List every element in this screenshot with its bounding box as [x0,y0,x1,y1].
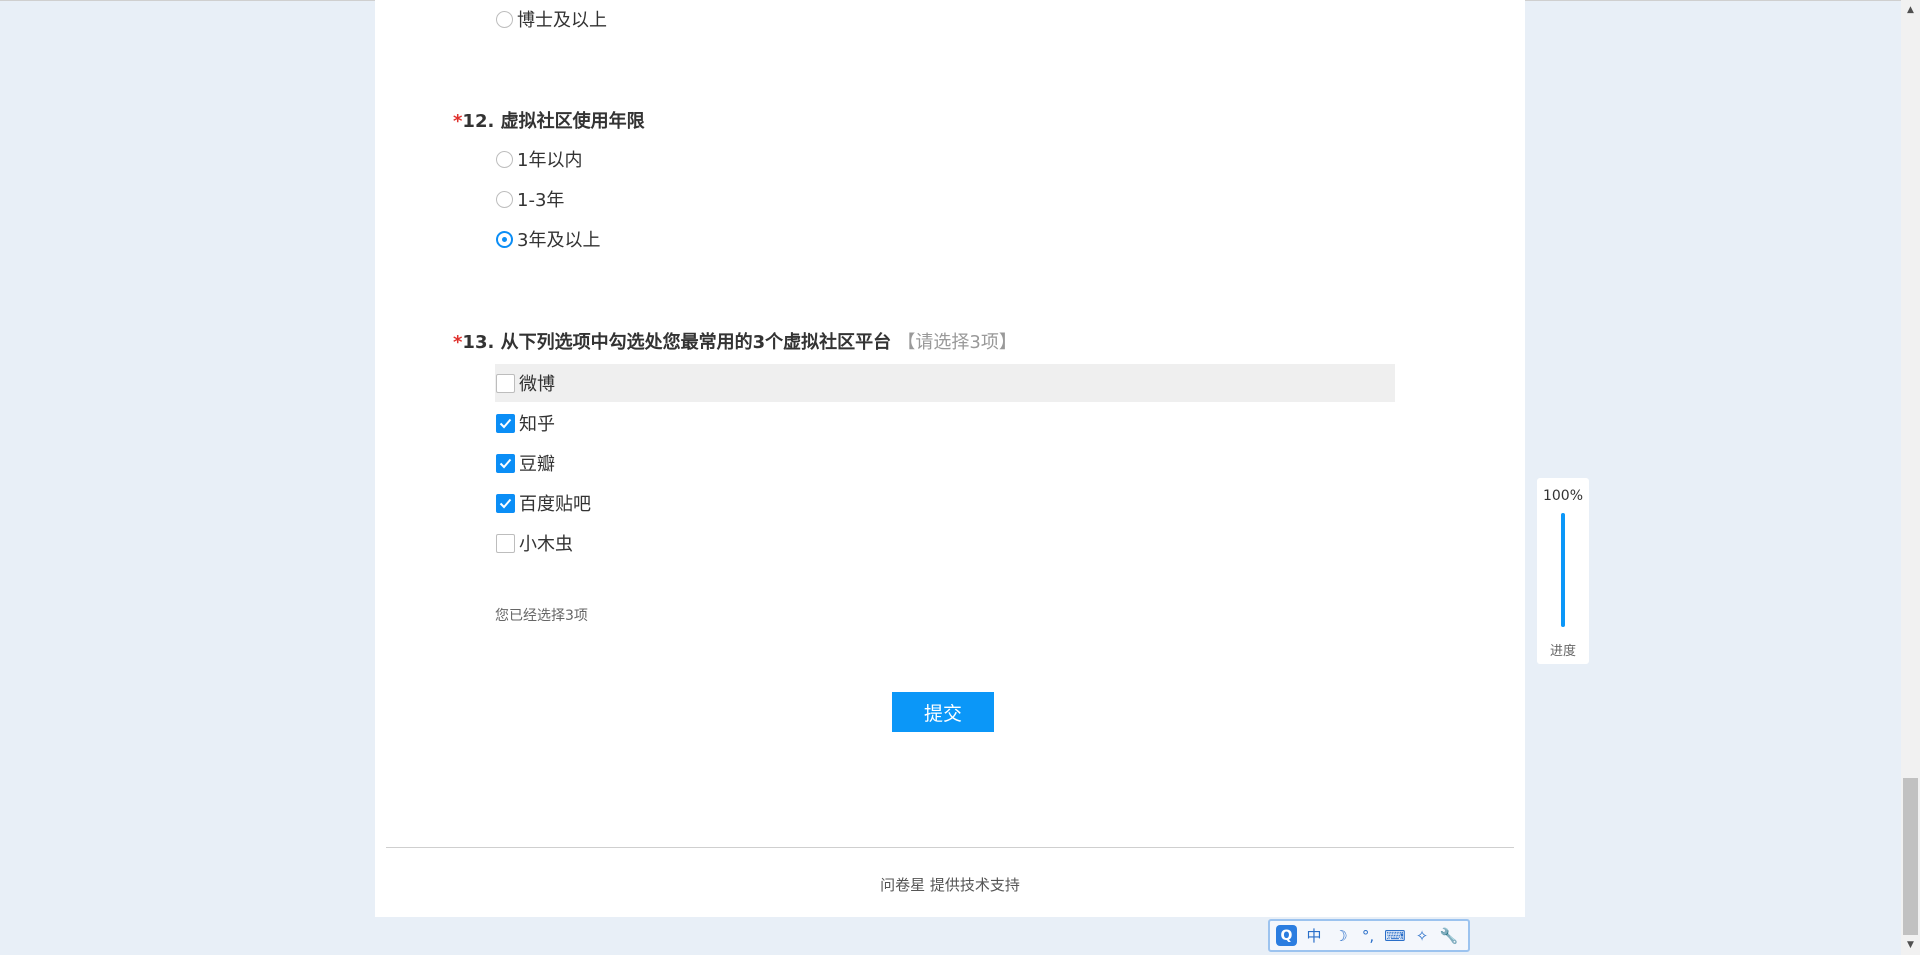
ime-moon-icon[interactable]: ☽ [1331,927,1351,945]
q13-option-weibo[interactable]: 微博 [496,364,555,402]
selected-count-text: 您已经选择3项 [495,608,588,624]
checkbox-icon[interactable] [496,533,515,553]
option-label: 知乎 [519,414,555,435]
radio-icon[interactable] [496,10,513,28]
ime-toolbar[interactable]: Q 中 ☽ °, ⌨ ✧ 🔧 [1268,919,1470,952]
question-text: 虚拟社区使用年限 [500,111,645,132]
question-number: 13. [462,332,495,353]
ime-logo-icon[interactable]: Q [1276,925,1297,946]
option-label: 微博 [519,374,555,395]
required-mark: * [453,332,463,353]
footer-credit[interactable]: 问卷星 提供技术支持 [375,874,1525,895]
checkbox-checked-icon[interactable] [496,453,515,473]
option-label: 博士及以上 [517,10,607,31]
radio-selected-icon[interactable] [496,230,513,248]
option-label: 豆瓣 [519,454,555,475]
ime-wrench-icon[interactable]: 🔧 [1439,927,1459,945]
option-label: 3年及以上 [517,230,601,251]
progress-label: 进度 [1549,644,1576,659]
q13-option-douban[interactable]: 豆瓣 [496,444,555,482]
checkbox-checked-icon[interactable] [496,493,515,513]
ime-skin-icon[interactable]: ✧ [1412,927,1432,945]
q13-title: *13. 从下列选项中勾选处您最常用的3个虚拟社区平台 【请选择3项】 [453,328,1017,354]
footer-divider [386,847,1514,848]
option-label: 小木虫 [519,534,573,555]
progress-track [1561,513,1565,627]
question-hint: 【请选择3项】 [897,332,1017,353]
scroll-up-arrow-icon[interactable]: ▲ [1901,2,1920,18]
q11-option-doctorate[interactable]: 博士及以上 [496,0,607,38]
ime-punctuation-icon[interactable]: °, [1358,927,1378,945]
hover-highlight [495,364,1395,402]
ime-chinese-mode-icon[interactable]: 中 [1304,925,1324,946]
question-number: 12. [462,111,495,132]
q13-option-tieba[interactable]: 百度贴吧 [496,484,591,522]
scroll-down-arrow-icon[interactable]: ▼ [1901,937,1920,953]
radio-icon[interactable] [496,190,513,208]
submit-button[interactable]: 提交 [892,692,994,732]
q12-title: *12. 虚拟社区使用年限 [453,107,645,133]
scroll-thumb[interactable] [1903,778,1918,935]
progress-widget: 100% 进度 [1537,478,1589,664]
option-label: 1-3年 [517,190,565,211]
required-mark: * [453,111,463,132]
radio-icon[interactable] [496,150,513,168]
checkbox-icon[interactable] [496,373,515,393]
option-label: 1年以内 [517,150,583,171]
q12-option-1[interactable]: 1年以内 [496,140,582,178]
q12-option-2[interactable]: 1-3年 [496,180,564,218]
checkbox-checked-icon[interactable] [496,413,515,433]
ime-keyboard-icon[interactable]: ⌨ [1384,927,1406,945]
progress-fill [1561,513,1565,627]
question-text: 从下列选项中勾选处您最常用的3个虚拟社区平台 [500,332,892,353]
q13-option-zhihu[interactable]: 知乎 [496,404,555,442]
option-label: 百度贴吧 [519,494,591,515]
vertical-scrollbar[interactable]: ▲ ▼ [1901,0,1920,955]
progress-percent: 100% [1542,488,1584,504]
q12-option-3[interactable]: 3年及以上 [496,220,600,258]
q13-option-xiaomuchong[interactable]: 小木虫 [496,524,573,562]
